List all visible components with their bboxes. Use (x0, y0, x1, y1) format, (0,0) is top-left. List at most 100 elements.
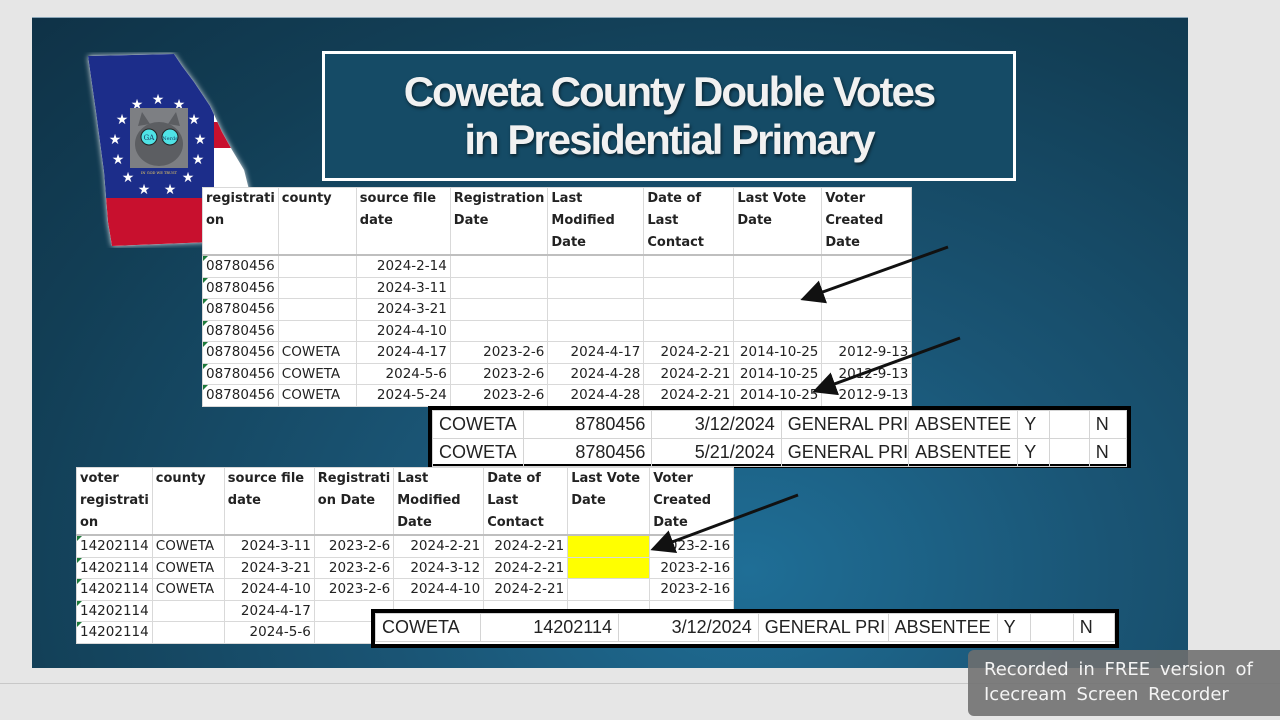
table-cell[interactable] (547, 276, 645, 299)
table-cell[interactable]: 2023-2-16 (649, 578, 735, 601)
vote-record-cell[interactable]: ABSENTEE (908, 438, 1019, 467)
table-cell[interactable] (449, 254, 549, 278)
vote-record-cell[interactable]: 8780456 (522, 410, 653, 439)
table-cell[interactable] (449, 319, 549, 342)
table-cell[interactable] (821, 276, 913, 299)
table-cell[interactable]: 2024-5-6 (223, 621, 315, 644)
table-cell[interactable]: 08780456 (202, 384, 279, 407)
table-cell[interactable]: COWETA (277, 384, 357, 407)
table-cell[interactable] (733, 319, 823, 342)
table-cell[interactable]: 2024-4-17 (547, 341, 645, 364)
table-cell[interactable]: 08780456 (202, 276, 279, 299)
table-cell[interactable]: 08780456 (202, 254, 279, 278)
table-cell[interactable]: 08780456 (202, 341, 279, 364)
table-cell[interactable]: 2024-2-21 (483, 578, 569, 601)
vote-record-cell[interactable]: 5/21/2024 (651, 438, 782, 467)
table-cell[interactable] (151, 621, 225, 644)
vote-record-cell[interactable]: N (1088, 410, 1128, 439)
table-cell[interactable]: 2024-4-10 (223, 578, 315, 601)
vote-record-cell[interactable]: COWETA (432, 410, 524, 439)
table-cell[interactable]: 2024-2-21 (643, 384, 735, 407)
table-cell[interactable]: 2024-3-11 (355, 276, 451, 299)
table-cell[interactable]: 2024-3-12 (393, 556, 485, 579)
table-cell[interactable] (821, 254, 913, 278)
vote-record-cell[interactable]: ABSENTEE (908, 410, 1019, 439)
vote-record-cell[interactable]: GENERAL PRI (780, 438, 910, 467)
table-cell[interactable]: 2012-9-13 (821, 341, 913, 364)
table-cell[interactable] (643, 276, 735, 299)
vote-record-cell[interactable]: COWETA (432, 438, 524, 467)
table-cell[interactable] (643, 298, 735, 321)
table-cell[interactable]: 2023-2-6 (313, 534, 395, 558)
table-cell[interactable] (733, 298, 823, 321)
vote-record-cell[interactable]: 14202114 (480, 613, 619, 642)
table-cell[interactable]: 2024-2-21 (483, 556, 569, 579)
table-cell[interactable] (567, 534, 651, 558)
table-cell[interactable]: 2024-2-21 (393, 534, 485, 558)
vote-record-cell[interactable]: GENERAL PRI (780, 410, 910, 439)
table-cell[interactable]: 2024-4-10 (355, 319, 451, 342)
vote-record-cell[interactable]: Y (996, 613, 1032, 642)
table-cell[interactable] (733, 276, 823, 299)
table-cell[interactable]: 14202114 (76, 556, 153, 579)
table-cell[interactable]: 2024-2-14 (355, 254, 451, 278)
table-cell[interactable]: 2012-9-13 (821, 362, 913, 385)
table-cell[interactable] (733, 254, 823, 278)
table-cell[interactable]: 2024-3-11 (223, 534, 315, 558)
table-cell[interactable] (277, 254, 357, 278)
table-cell[interactable]: 2024-3-21 (355, 298, 451, 321)
table-cell[interactable]: 2024-5-6 (355, 362, 451, 385)
table-cell[interactable]: 2023-2-6 (449, 341, 549, 364)
table-cell[interactable]: COWETA (151, 578, 225, 601)
table-cell[interactable]: 2024-5-24 (355, 384, 451, 407)
table-cell[interactable] (567, 556, 651, 579)
vote-record-cell[interactable]: GENERAL PRI (757, 613, 889, 642)
table-cell[interactable] (547, 254, 645, 278)
table-cell[interactable]: COWETA (151, 534, 225, 558)
vote-record-cell[interactable] (1030, 613, 1074, 642)
vote-record-cell[interactable] (1048, 410, 1090, 439)
table-cell[interactable]: 2024-4-10 (393, 578, 485, 601)
table-cell[interactable]: 2023-2-6 (449, 384, 549, 407)
table-cell[interactable]: 2024-2-21 (483, 534, 569, 558)
table-cell[interactable] (821, 298, 913, 321)
table-cell[interactable]: 14202114 (76, 578, 153, 601)
vote-record-cell[interactable]: 8780456 (522, 438, 653, 467)
table-cell[interactable]: 14202114 (76, 621, 153, 644)
table-cell[interactable]: 08780456 (202, 298, 279, 321)
table-cell[interactable]: 14202114 (76, 534, 153, 558)
table-cell[interactable]: 2024-4-28 (547, 362, 645, 385)
vote-record-cell[interactable]: ABSENTEE (887, 613, 998, 642)
table-cell[interactable]: 2024-2-21 (643, 362, 735, 385)
table-cell[interactable]: 2023-2-6 (313, 556, 395, 579)
table-cell[interactable] (821, 319, 913, 342)
table-cell[interactable] (277, 298, 357, 321)
vote-record-cell[interactable] (1048, 438, 1090, 467)
table-cell[interactable] (547, 319, 645, 342)
table-cell[interactable]: 08780456 (202, 319, 279, 342)
table-cell[interactable]: 2024-4-17 (355, 341, 451, 364)
table-cell[interactable]: 2014-10-25 (733, 384, 823, 407)
table-cell[interactable]: 08780456 (202, 362, 279, 385)
table-cell[interactable]: 2024-3-21 (223, 556, 315, 579)
table-cell[interactable]: 2014-10-25 (733, 341, 823, 364)
table-cell[interactable]: 2024-4-28 (547, 384, 645, 407)
table-cell[interactable] (567, 578, 651, 601)
table-cell[interactable] (277, 319, 357, 342)
table-cell[interactable]: COWETA (151, 556, 225, 579)
vote-record-cell[interactable]: 3/12/2024 (651, 410, 782, 439)
table-cell[interactable]: 14202114 (76, 599, 153, 622)
table-cell[interactable] (547, 298, 645, 321)
table-cell[interactable]: 2023-2-16 (649, 534, 735, 558)
table-cell[interactable] (449, 276, 549, 299)
vote-record-cell[interactable]: N (1072, 613, 1116, 642)
table-cell[interactable] (151, 599, 225, 622)
table-cell[interactable]: 2012-9-13 (821, 384, 913, 407)
table-cell[interactable] (277, 276, 357, 299)
table-cell[interactable]: 2024-4-17 (223, 599, 315, 622)
table-cell[interactable]: COWETA (277, 341, 357, 364)
table-cell[interactable]: COWETA (277, 362, 357, 385)
table-cell[interactable]: 2023-2-6 (313, 578, 395, 601)
vote-record-cell[interactable]: Y (1017, 438, 1050, 467)
vote-record-cell[interactable]: 3/12/2024 (618, 613, 759, 642)
